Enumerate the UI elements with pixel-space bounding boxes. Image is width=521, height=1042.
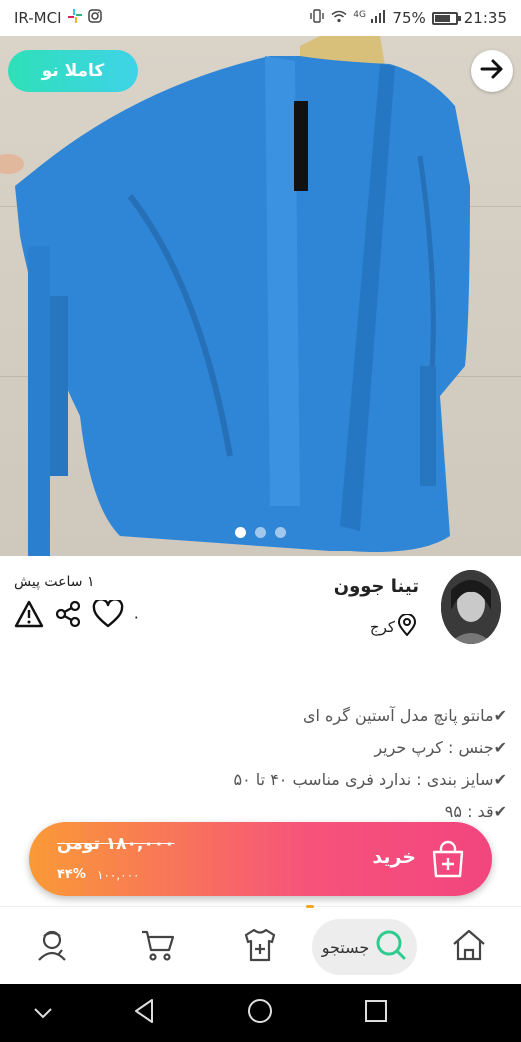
location-pin-icon: [397, 613, 417, 640]
location-label: کرج: [369, 618, 395, 636]
avatar[interactable]: [441, 570, 501, 644]
chevron-down-icon: [33, 1004, 53, 1023]
arrow-right-icon: [479, 56, 505, 86]
search-icon: [373, 928, 407, 966]
share-icon[interactable]: [54, 600, 82, 632]
nav-indicator: [306, 905, 314, 908]
nav-add-item[interactable]: [238, 925, 282, 969]
status-right: 4G 75% 21:35: [309, 9, 507, 27]
network-label: 4G: [353, 9, 366, 20]
add-item-icon: [242, 928, 278, 966]
nav-profile[interactable]: [30, 925, 74, 969]
status-left: IR-MCI: [14, 9, 102, 27]
seller-section: تینا جوون کرج ۱ ساعت پیش ۰: [0, 556, 521, 656]
home-circle-icon: [247, 998, 273, 1028]
shopping-bag-icon: [430, 840, 466, 878]
profile-icon: [35, 928, 69, 966]
carrier-label: IR-MCI: [14, 9, 62, 27]
bottom-nav: جستجو: [0, 905, 521, 984]
new-price: ۱۰۰,۰۰۰: [97, 868, 140, 882]
signal-icon: 4G: [353, 9, 386, 27]
status-bar: IR-MCI 4G 75% 21:35: [0, 0, 521, 36]
wifi-icon: [331, 10, 347, 27]
description-line: ✔جنس : کرپ حریر: [374, 738, 507, 757]
search-label: جستجو: [321, 937, 370, 957]
pager-dot[interactable]: [255, 527, 266, 538]
seller-name[interactable]: تینا جوون: [334, 576, 419, 597]
system-nav-bar: [0, 984, 521, 1042]
buy-button[interactable]: خرید ۱۸۰,۰۰۰ تومن ۴۴% ۱۰۰,۰۰۰: [29, 822, 492, 896]
warning-icon[interactable]: [14, 600, 44, 632]
nav-home[interactable]: [446, 925, 492, 969]
home-icon: [451, 928, 487, 966]
slack-icon: [67, 9, 82, 27]
back-button[interactable]: [471, 50, 513, 92]
back-triangle-icon: [132, 998, 156, 1028]
discount-badge: ۴۴%: [57, 867, 86, 882]
vibrate-icon: [309, 9, 325, 27]
product-description: ✔مانتو پانچ مدل آستین گره ای ✔جنس : کرپ …: [17, 700, 508, 828]
system-hide-button[interactable]: [28, 998, 58, 1028]
pager-dot[interactable]: [275, 527, 286, 538]
nav-search[interactable]: جستجو: [312, 919, 417, 975]
garment-illustration: [0, 36, 470, 556]
like-count: ۰: [132, 606, 141, 626]
post-actions: ۰: [14, 598, 141, 632]
condition-label: کاملا نو: [41, 61, 105, 81]
condition-badge: کاملا نو: [8, 50, 138, 92]
description-line: ✔مانتو پانچ مدل آستین گره ای: [302, 706, 507, 725]
recents-square-icon: [364, 999, 388, 1027]
seller-location: کرج: [369, 613, 417, 640]
posted-time: ۱ ساعت پیش: [14, 574, 95, 590]
nav-cart[interactable]: [136, 925, 180, 969]
battery-icon: [431, 11, 461, 25]
heart-icon[interactable]: [92, 598, 124, 632]
clock: 21:35: [463, 9, 507, 27]
cart-icon: [140, 928, 176, 966]
image-pager[interactable]: [0, 527, 521, 538]
system-home-button[interactable]: [245, 998, 275, 1028]
battery-percent: 75%: [392, 9, 426, 27]
buy-label: خرید: [372, 846, 416, 868]
instagram-icon: [87, 9, 102, 27]
pager-dot[interactable]: [235, 527, 246, 538]
description-line: ✔سایز بندی : ندارد فری مناسب ۴۰ تا ۵۰: [233, 770, 508, 789]
system-back-button[interactable]: [129, 998, 159, 1028]
old-price: ۱۸۰,۰۰۰ تومن: [57, 834, 175, 854]
system-recents-button[interactable]: [361, 998, 391, 1028]
product-image[interactable]: کاملا نو: [0, 36, 521, 556]
